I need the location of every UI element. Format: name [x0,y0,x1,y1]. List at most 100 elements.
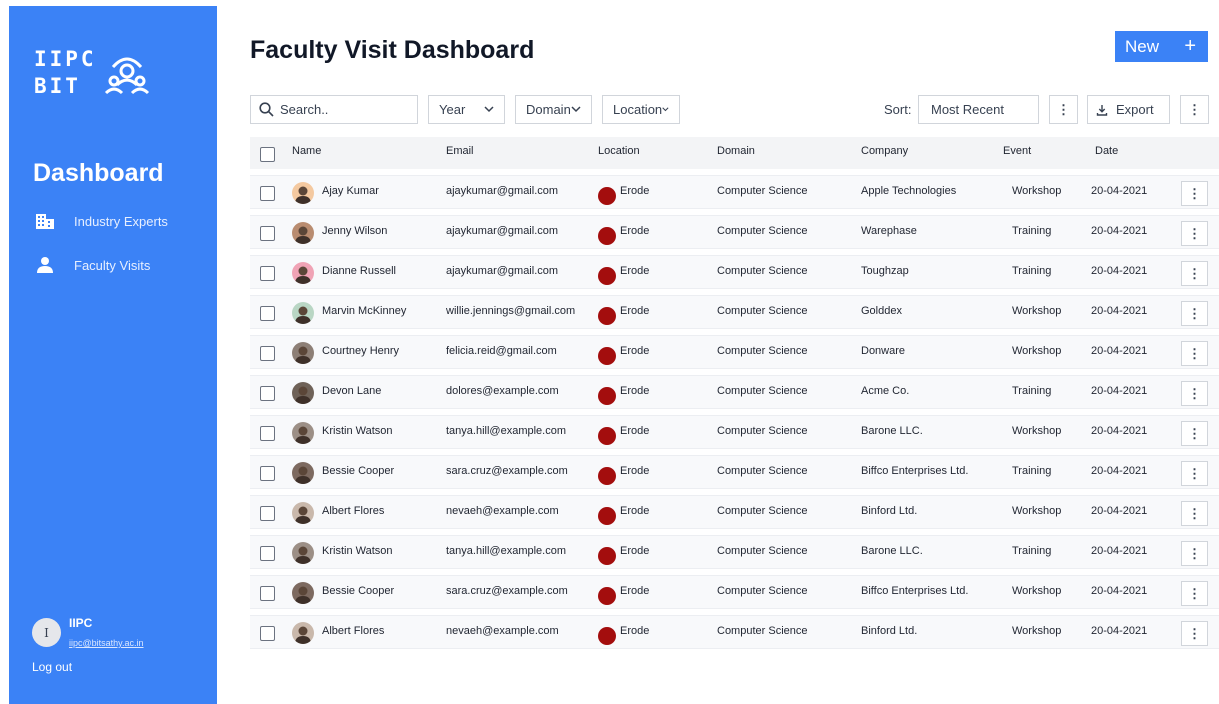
kebab-icon: ⋮ [1188,186,1201,201]
avatar [292,422,314,444]
user-email[interactable]: iipc@bitsathy.ac.in [69,638,144,648]
avatar [292,342,314,364]
cell-date: 20-04-2021 [1091,625,1148,637]
kebab-icon: ⋮ [1188,466,1201,481]
row-options-button[interactable]: ⋮ [1181,621,1208,646]
column-header-domain[interactable]: Domain [717,145,755,157]
search-input[interactable] [280,102,410,117]
row-checkbox[interactable] [260,546,275,561]
cell-email: tanya.hill@example.com [446,545,566,557]
table-row[interactable]: Bessie Cooper sara.cruz@example.com Erod… [250,455,1219,489]
new-button[interactable]: New + [1115,31,1208,62]
cell-company: Toughzap [861,265,909,277]
row-checkbox[interactable] [260,226,275,241]
table-row[interactable]: Devon Lane dolores@example.com Erode Com… [250,375,1219,409]
sidebar-item-faculty-visits[interactable]: Faculty Visits [34,256,150,274]
kebab-icon: ⋮ [1057,102,1070,117]
cell-email: felicia.reid@gmail.com [446,345,557,357]
cell-event: Training [1012,265,1052,277]
row-options-button[interactable]: ⋮ [1181,261,1208,286]
row-checkbox[interactable] [260,386,275,401]
location-dot-icon [598,227,616,245]
table-row[interactable]: Marvin McKinney willie.jennings@gmail.co… [250,295,1219,329]
sidebar-item-label: Industry Experts [74,213,168,229]
table-row[interactable]: Albert Flores nevaeh@example.com Erode C… [250,495,1219,529]
export-button[interactable]: Export [1087,95,1170,124]
location-filter-dropdown[interactable]: Location [602,95,680,124]
export-label: Export [1116,102,1154,117]
column-header-date[interactable]: Date [1095,145,1118,157]
cell-email: ajaykumar@gmail.com [446,225,559,237]
cell-company: Apple Technologies [861,185,957,197]
column-header-location[interactable]: Location [598,145,640,157]
row-options-button[interactable]: ⋮ [1181,341,1208,366]
row-options-button[interactable]: ⋮ [1181,421,1208,446]
cell-name: Courtney Henry [322,345,400,357]
row-checkbox[interactable] [260,586,275,601]
year-filter-dropdown[interactable]: Year [428,95,505,124]
table-row[interactable]: Ajay Kumar ajaykumar@gmail.com Erode Com… [250,175,1219,209]
row-checkbox[interactable] [260,346,275,361]
table-row[interactable]: Dianne Russell ajaykumar@gmail.com Erode… [250,255,1219,289]
sidebar-item-industry-experts[interactable]: Industry Experts [34,212,168,230]
row-options-button[interactable]: ⋮ [1181,461,1208,486]
logout-link[interactable]: Log out [32,660,72,674]
row-checkbox[interactable] [260,306,275,321]
column-header-event[interactable]: Event [1003,145,1031,157]
row-checkbox[interactable] [260,266,275,281]
download-icon [1096,104,1108,116]
cell-domain: Computer Science [717,465,808,477]
faculty-visits-table: Name Email Location Domain Company Event… [250,137,1219,649]
location-label: Erode [620,425,650,437]
table-row[interactable]: Kristin Watson tanya.hill@example.com Er… [250,415,1219,449]
table-row[interactable]: Bessie Cooper sara.cruz@example.com Erod… [250,575,1219,609]
location-label: Erode [620,345,650,357]
table-header: Name Email Location Domain Company Event… [250,137,1219,169]
cell-domain: Computer Science [717,345,808,357]
table-row[interactable]: Albert Flores nevaeh@example.com Erode C… [250,615,1219,649]
sort-select[interactable]: Most Recent [918,95,1039,124]
sort-value: Most Recent [931,102,1004,117]
column-header-company[interactable]: Company [861,145,908,157]
location-label: Erode [620,625,650,637]
column-header-email[interactable]: Email [446,145,474,157]
table-row[interactable]: Jenny Wilson ajaykumar@gmail.com Erode C… [250,215,1219,249]
table-row[interactable]: Kristin Watson tanya.hill@example.com Er… [250,535,1219,569]
location-dot-icon [598,467,616,485]
cell-location: Erode [598,505,649,525]
cell-date: 20-04-2021 [1091,505,1148,517]
sort-options-button[interactable]: ⋮ [1049,95,1078,124]
row-checkbox[interactable] [260,426,275,441]
row-options-button[interactable]: ⋮ [1181,181,1208,206]
cell-domain: Computer Science [717,225,808,237]
table-row[interactable]: Courtney Henry felicia.reid@gmail.com Er… [250,335,1219,369]
cell-date: 20-04-2021 [1091,305,1148,317]
row-options-button[interactable]: ⋮ [1181,221,1208,246]
person-icon [34,256,56,274]
row-options-button[interactable]: ⋮ [1181,501,1208,526]
cell-name: Albert Flores [322,505,385,517]
filter-label: Year [439,102,466,117]
domain-filter-dropdown[interactable]: Domain [515,95,592,124]
row-checkbox[interactable] [260,506,275,521]
cell-location: Erode [598,465,649,485]
row-checkbox[interactable] [260,186,275,201]
cell-date: 20-04-2021 [1091,385,1148,397]
row-options-button[interactable]: ⋮ [1181,581,1208,606]
column-header-name[interactable]: Name [292,145,321,157]
row-checkbox[interactable] [260,466,275,481]
row-checkbox[interactable] [260,626,275,641]
cell-email: willie.jennings@gmail.com [446,305,576,317]
row-options-button[interactable]: ⋮ [1181,301,1208,326]
row-options-button[interactable]: ⋮ [1181,541,1208,566]
sort-label: Sort: [884,102,912,117]
more-options-button[interactable]: ⋮ [1180,95,1209,124]
location-label: Erode [620,265,650,277]
filter-label: Domain [526,102,571,117]
cell-name: Marvin McKinney [322,305,407,317]
search-box[interactable] [250,95,418,124]
row-options-button[interactable]: ⋮ [1181,381,1208,406]
location-label: Erode [620,545,650,557]
select-all-checkbox[interactable] [260,147,275,162]
cell-date: 20-04-2021 [1091,345,1148,357]
